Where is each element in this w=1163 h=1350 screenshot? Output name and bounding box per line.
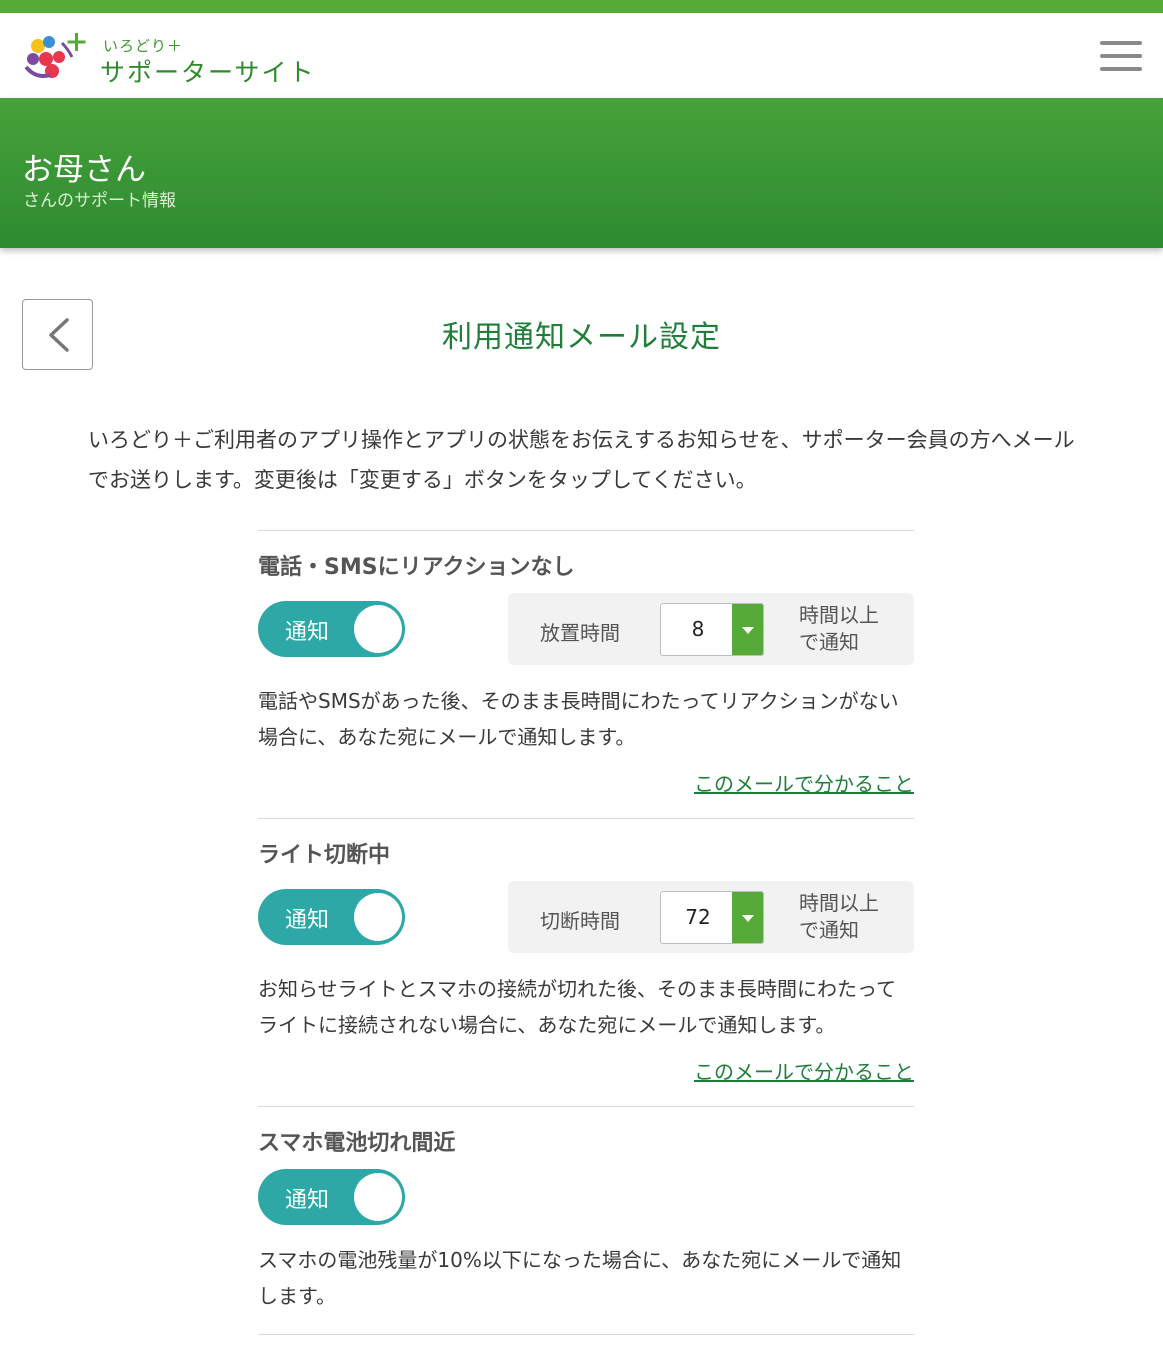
time-suffix-line: で通知 bbox=[799, 630, 859, 654]
time-suffix-line: 時間以上 bbox=[799, 891, 879, 915]
notify-toggle[interactable]: 通知 bbox=[258, 889, 405, 945]
hamburger-menu-button[interactable] bbox=[1098, 39, 1144, 73]
logo-title[interactable]: サポーターサイト bbox=[100, 53, 316, 89]
time-suffix: 時間以上 で通知 bbox=[799, 890, 879, 944]
section-title: ライト切断中 bbox=[258, 843, 391, 868]
learn-more-link[interactable]: このメールで分かること bbox=[694, 1056, 914, 1085]
toggle-label: 通知 bbox=[285, 908, 330, 933]
intro-text: いろどり＋ご利用者のアプリ操作とアプリの状態をお伝えするお知らせを、サポーター会… bbox=[88, 428, 1075, 492]
user-banner: お母さん さんのサポート情報 bbox=[0, 98, 1163, 248]
dropdown-arrow-icon bbox=[732, 892, 763, 943]
supported-user-name: お母さん bbox=[22, 152, 146, 188]
hamburger-menu-icon bbox=[1100, 54, 1142, 58]
section-description: お知らせライトとスマホの接続が切れた後、そのまま長時間にわたってライトに接続され… bbox=[258, 977, 896, 1037]
toggle-knob bbox=[354, 605, 402, 653]
notification-section-light-disconnected: ライト切断中 通知 切断時間 72 時間以上 で通知 お知らせライトとスマホの接… bbox=[258, 818, 914, 1106]
toggle-knob bbox=[354, 1173, 402, 1221]
irodori-logo-icon[interactable] bbox=[22, 29, 94, 85]
section-title: スマホ電池切れ間近 bbox=[258, 1131, 456, 1156]
hamburger-menu-icon bbox=[1100, 41, 1142, 45]
notification-section-no-reaction: 電話・SMSにリアクションなし 通知 放置時間 8 時間以上 で通知 電話やSM… bbox=[258, 530, 914, 818]
time-label: 切断時間 bbox=[540, 909, 620, 933]
time-label: 放置時間 bbox=[540, 621, 620, 645]
section-description: スマホの電池残量が10%以下になった場合に、あなた宛にメールで通知します。 bbox=[258, 1248, 902, 1308]
toggle-label: 通知 bbox=[285, 620, 330, 645]
section-title: 電話・SMSにリアクションなし bbox=[258, 555, 575, 580]
notification-section-low-battery: スマホ電池切れ間近 通知 スマホの電池残量が10%以下になった場合に、あなた宛に… bbox=[258, 1106, 914, 1335]
dropdown-arrow-icon bbox=[732, 604, 763, 655]
time-setting-box: 放置時間 8 時間以上 で通知 bbox=[508, 593, 914, 665]
time-suffix-line: 時間以上 bbox=[799, 603, 879, 627]
section-description: 電話やSMSがあった後、そのまま長時間にわたってリアクションがない場合に、あなた… bbox=[258, 689, 899, 749]
toggle-label: 通知 bbox=[285, 1188, 330, 1213]
page-title: 利用通知メール設定 bbox=[442, 320, 721, 355]
notify-toggle[interactable]: 通知 bbox=[258, 1169, 405, 1225]
hours-select[interactable]: 8 bbox=[660, 603, 764, 656]
toggle-knob bbox=[354, 893, 402, 941]
site-header: いろどり＋ サポーターサイト bbox=[0, 13, 1163, 98]
top-accent-bar bbox=[0, 0, 1163, 13]
hours-value: 8 bbox=[691, 617, 705, 641]
hours-select[interactable]: 72 bbox=[660, 891, 764, 944]
banner-subtitle: さんのサポート情報 bbox=[23, 191, 176, 211]
time-suffix: 時間以上 で通知 bbox=[799, 602, 879, 656]
learn-more-link[interactable]: このメールで分かること bbox=[694, 768, 914, 797]
hours-value: 72 bbox=[685, 905, 711, 929]
time-setting-box: 切断時間 72 時間以上 で通知 bbox=[508, 881, 914, 953]
hamburger-menu-icon bbox=[1100, 67, 1142, 71]
notify-toggle[interactable]: 通知 bbox=[258, 601, 405, 657]
time-suffix-line: で通知 bbox=[799, 918, 859, 942]
